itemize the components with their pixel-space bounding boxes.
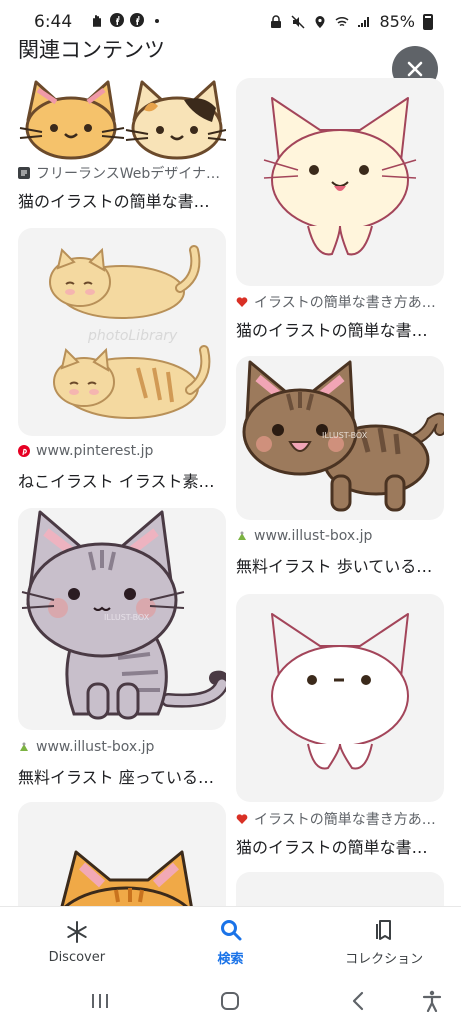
- screen: 6:44 85% 関連コンテンツ フリーランスWebデザイナ… 猫のイラストの簡…: [0, 0, 461, 1024]
- result-title[interactable]: 猫のイラストの簡単な書…: [236, 834, 428, 858]
- image-watermark: photoLibrary: [87, 328, 178, 344]
- status-right: 85%: [269, 12, 433, 31]
- result-image[interactable]: [18, 802, 226, 906]
- result-image[interactable]: [18, 76, 226, 160]
- result-source: フリーランスWebデザイナ…: [18, 163, 220, 183]
- battery-icon: [423, 13, 433, 30]
- nav-label: Discover: [48, 950, 106, 965]
- result-source: www.pinterest.jp: [18, 443, 153, 459]
- home-button[interactable]: [216, 988, 244, 1014]
- search-icon: [220, 920, 241, 941]
- recent-apps-icon: [92, 994, 108, 1008]
- status-time: 6:44: [34, 12, 73, 32]
- accessibility-icon: [422, 990, 442, 1012]
- result-source: www.illust-box.jp: [18, 739, 154, 755]
- asterisk-icon: [67, 921, 87, 943]
- system-navigation: [0, 978, 461, 1024]
- collections-icon: [376, 920, 392, 940]
- nav-label: コレクション: [345, 952, 424, 967]
- result-title[interactable]: 無料イラスト 歩いている…: [236, 553, 432, 577]
- close-icon: [407, 61, 423, 77]
- location-icon: [315, 15, 325, 28]
- page-title: 関連コンテンツ: [18, 38, 165, 62]
- result-image[interactable]: photoLibrary: [18, 228, 226, 436]
- site-favicon-icon: [18, 167, 30, 179]
- dot-icon: [155, 19, 159, 23]
- result-image[interactable]: [236, 872, 444, 906]
- image-watermark: ILLUST-BOX: [104, 613, 150, 622]
- nav-collections[interactable]: コレクション: [307, 907, 461, 978]
- bottom-navigation: Discover 検索 コレクション: [0, 906, 461, 978]
- site-favicon-icon: [238, 531, 246, 540]
- wifi-icon: [335, 16, 349, 26]
- result-title[interactable]: 猫のイラストの簡単な書…: [236, 317, 428, 341]
- home-icon: [221, 992, 239, 1010]
- result-title[interactable]: ねこイラスト イラスト素…: [18, 468, 214, 492]
- battery-percent: 85%: [379, 12, 415, 31]
- result-image[interactable]: ILLUST-BOX: [236, 356, 444, 520]
- hand-icon: [93, 15, 101, 27]
- site-favicon-icon: [20, 742, 28, 751]
- image-watermark: ILLUST-BOX: [322, 431, 368, 440]
- result-source: イラストの簡単な書き方あ…: [236, 809, 436, 829]
- pinterest-icon: [18, 445, 30, 457]
- nav-discover[interactable]: Discover: [0, 907, 154, 978]
- facebook-icon: [110, 13, 124, 27]
- result-image[interactable]: ILLUST-BOX: [18, 508, 226, 730]
- nav-label: 検索: [217, 952, 244, 967]
- result-source: www.illust-box.jp: [236, 528, 372, 544]
- result-source: イラストの簡単な書き方あ…: [236, 292, 436, 312]
- heart-icon: [236, 297, 248, 307]
- back-button[interactable]: [344, 988, 372, 1014]
- result-title[interactable]: 猫のイラストの簡単な書…: [18, 188, 210, 212]
- nav-search[interactable]: 検索: [154, 907, 308, 978]
- result-image[interactable]: [236, 78, 444, 286]
- back-icon: [352, 991, 364, 1011]
- facebook-icon: [130, 13, 144, 27]
- result-image[interactable]: [236, 594, 444, 802]
- accessibility-button[interactable]: [418, 988, 446, 1014]
- mute-icon: [291, 14, 305, 29]
- result-title[interactable]: 無料イラスト 座っている…: [18, 764, 214, 788]
- heart-icon: [236, 814, 248, 824]
- notification-icons: [90, 13, 164, 27]
- lock-icon: [271, 14, 282, 28]
- recent-apps-button[interactable]: [86, 988, 114, 1014]
- signal-icon: [358, 16, 370, 27]
